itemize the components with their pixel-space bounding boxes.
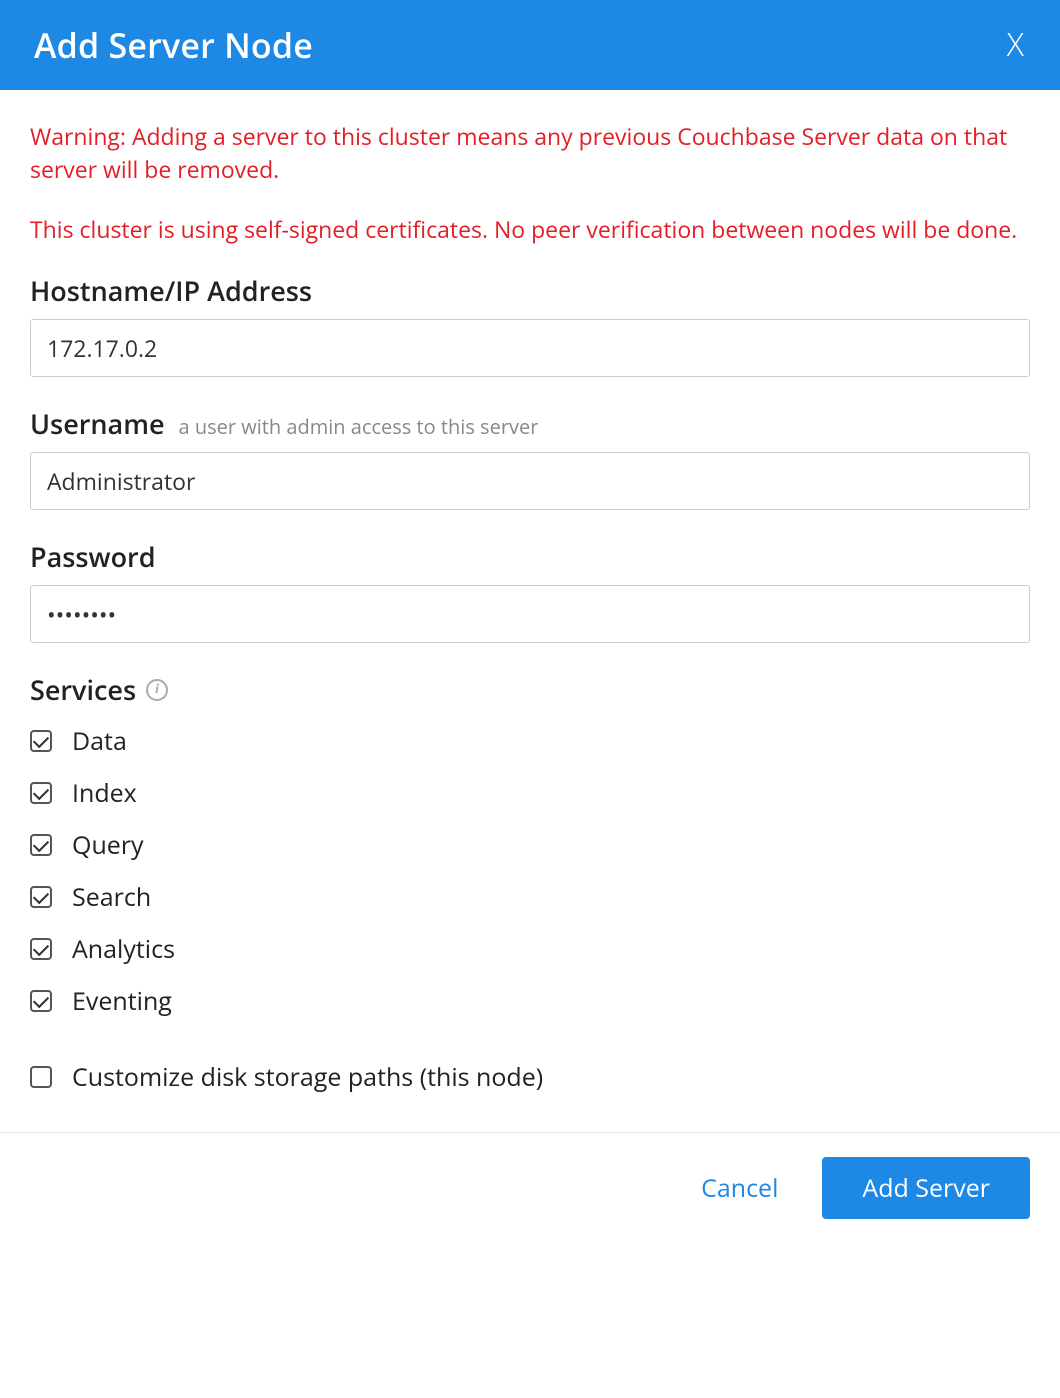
info-icon[interactable]: i [146, 679, 168, 701]
service-row-index: Index [30, 776, 1030, 810]
hostname-input[interactable] [30, 319, 1030, 377]
password-label: Password [30, 538, 1030, 575]
warning-data-removed: Warning: Adding a server to this cluster… [30, 120, 1030, 187]
service-row-query: Query [30, 828, 1030, 862]
service-checkbox-search[interactable] [30, 886, 52, 908]
services-header: Services i [30, 671, 1030, 708]
service-row-search: Search [30, 880, 1030, 914]
service-label-eventing: Eventing [72, 984, 172, 1018]
service-checkbox-data[interactable] [30, 730, 52, 752]
service-checkbox-analytics[interactable] [30, 938, 52, 960]
warning-self-signed-cert: This cluster is using self-signed certif… [30, 213, 1030, 246]
username-hint: a user with admin access to this server [179, 413, 539, 440]
hostname-label: Hostname/IP Address [30, 272, 1030, 309]
service-checkbox-query[interactable] [30, 834, 52, 856]
username-label-row: Username a user with admin access to thi… [30, 405, 1030, 442]
service-label-index: Index [72, 776, 137, 810]
add-server-button[interactable]: Add Server [822, 1157, 1030, 1219]
service-label-data: Data [72, 724, 127, 758]
hostname-field: Hostname/IP Address [30, 272, 1030, 377]
customize-storage-checkbox[interactable] [30, 1066, 52, 1088]
dialog-footer: Cancel Add Server [0, 1132, 1060, 1247]
username-field: Username a user with admin access to thi… [30, 405, 1030, 510]
services-label: Services [30, 671, 136, 708]
cancel-button[interactable]: Cancel [701, 1171, 778, 1205]
service-label-search: Search [72, 880, 151, 914]
dialog-header: Add Server Node X [0, 0, 1060, 90]
close-icon[interactable]: X [1001, 29, 1030, 61]
add-server-dialog: Add Server Node X Warning: Adding a serv… [0, 0, 1060, 1247]
service-row-eventing: Eventing [30, 984, 1030, 1018]
customize-storage-row: Customize disk storage paths (this node) [30, 1060, 1030, 1094]
service-label-query: Query [72, 828, 144, 862]
customize-storage-label: Customize disk storage paths (this node) [72, 1060, 543, 1094]
dialog-title: Add Server Node [34, 22, 313, 68]
service-row-data: Data [30, 724, 1030, 758]
username-input[interactable] [30, 452, 1030, 510]
password-field: Password [30, 538, 1030, 643]
username-label: Username [30, 405, 165, 442]
service-label-analytics: Analytics [72, 932, 175, 966]
service-checkbox-index[interactable] [30, 782, 52, 804]
service-row-analytics: Analytics [30, 932, 1030, 966]
password-input[interactable] [30, 585, 1030, 643]
dialog-body: Warning: Adding a server to this cluster… [0, 90, 1060, 1132]
service-checkbox-eventing[interactable] [30, 990, 52, 1012]
